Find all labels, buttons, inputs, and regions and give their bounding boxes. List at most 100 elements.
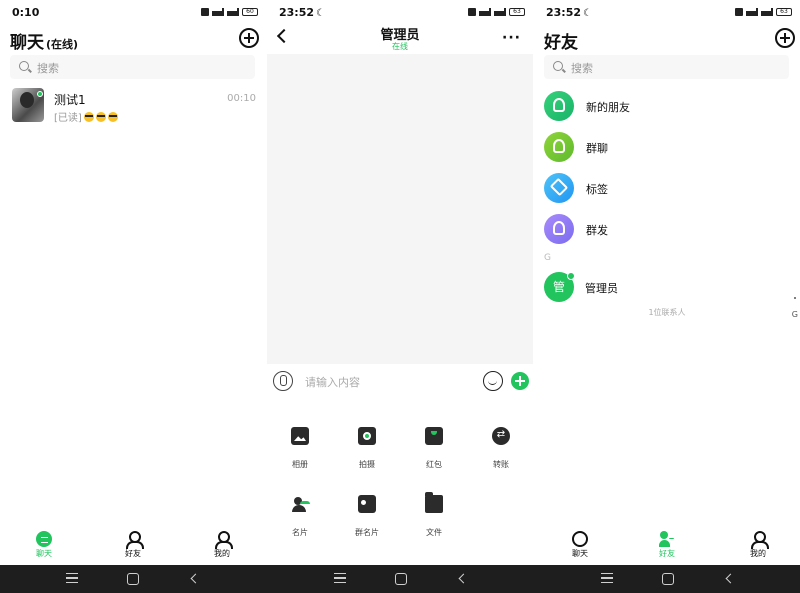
group-chat-icon xyxy=(544,132,574,162)
red-packet-icon xyxy=(425,427,443,445)
tool-label: 红包 xyxy=(426,460,442,469)
album-icon xyxy=(291,427,309,445)
section-header: G xyxy=(544,253,551,263)
tab-friends-label: 好友 xyxy=(125,549,141,558)
tool-group-card[interactable]: 群名片 xyxy=(337,495,397,538)
more-options-button[interactable] xyxy=(511,372,529,390)
search-input[interactable]: 搜索 xyxy=(10,55,255,79)
tab-chat-label: 聊天 xyxy=(36,549,52,558)
notification-icon xyxy=(735,8,743,16)
page-title: 好友 xyxy=(544,33,578,53)
friends-screen: 23:52 ☾ 63 好友 搜索 新的朋友 群聊 标签 群发 G 管 管理员 1位… xyxy=(534,0,800,565)
back-icon[interactable] xyxy=(458,573,469,584)
friend-entry-group-chat[interactable]: 群聊 xyxy=(534,130,800,168)
index-dot[interactable] xyxy=(794,297,796,299)
notification-icon xyxy=(468,8,476,16)
tool-label: 文件 xyxy=(426,528,442,537)
battery-icon: 60 xyxy=(242,8,258,16)
signal-icon xyxy=(761,8,773,16)
home-icon[interactable] xyxy=(662,573,674,585)
signal-icon xyxy=(479,8,491,16)
page-title-text: 聊天 xyxy=(10,33,44,53)
search-input[interactable]: 搜索 xyxy=(544,55,789,79)
menu-icon[interactable] xyxy=(334,573,346,583)
friends-icon xyxy=(125,531,144,549)
battery-icon: 63 xyxy=(776,8,792,16)
tab-chat[interactable]: 聊天 xyxy=(24,531,64,559)
message-input[interactable]: 请输入内容 xyxy=(305,374,360,390)
online-indicator xyxy=(37,91,43,97)
online-indicator xyxy=(567,272,575,280)
chats-screen: 0:10 60 聊天 (在线) 搜索 测试1 00:10 [已读] 聊天 好友 … xyxy=(0,0,266,565)
status-time: 0:10 xyxy=(12,6,40,19)
home-icon[interactable] xyxy=(395,573,407,585)
system-nav-bar xyxy=(0,565,800,593)
tool-camera[interactable]: 拍摄 xyxy=(337,427,397,470)
chat-header: 23:52 ☾ 63 管理员 在线 ··· xyxy=(267,0,533,54)
tab-chat[interactable]: 聊天 xyxy=(560,531,600,559)
status-icons: 63 xyxy=(468,8,525,16)
contact-name[interactable]: 管理员 xyxy=(585,280,618,296)
tab-friends[interactable]: 好友 xyxy=(113,531,153,559)
tab-friends[interactable]: 好友 xyxy=(647,531,687,559)
conversation-item[interactable]: 测试1 00:10 [已读] xyxy=(0,88,266,128)
back-icon[interactable] xyxy=(725,573,736,584)
tab-bar: 聊天 好友 我的 xyxy=(0,529,266,565)
camera-icon xyxy=(358,427,376,445)
page-title: 聊天 (在线) xyxy=(10,28,78,53)
broadcast-icon xyxy=(544,214,574,244)
status-time-text: 23:52 xyxy=(546,6,582,19)
friend-entry-label: 群发 xyxy=(586,224,608,237)
tool-label: 相册 xyxy=(292,460,308,469)
friend-entry-new-friends[interactable]: 新的朋友 xyxy=(534,89,800,127)
person-icon xyxy=(750,531,769,549)
menu-icon[interactable] xyxy=(66,573,78,583)
tab-friends-label: 好友 xyxy=(659,549,675,558)
friend-entry-label: 群聊 xyxy=(586,142,608,155)
status-time-text: 23:52 xyxy=(279,6,315,19)
tool-red-packet[interactable]: 红包 xyxy=(404,427,464,470)
search-placeholder: 搜索 xyxy=(37,62,59,75)
tab-me[interactable]: 我的 xyxy=(738,531,778,559)
tool-album[interactable]: 相册 xyxy=(270,427,330,470)
status-time: 23:52 ☾ xyxy=(546,6,592,19)
back-icon[interactable] xyxy=(190,573,201,584)
read-status: [已读] xyxy=(54,113,82,124)
signal-icon xyxy=(227,8,239,16)
conversation-name: 测试1 xyxy=(54,93,86,107)
tool-transfer[interactable]: 转账 xyxy=(471,427,531,470)
tool-contact-card[interactable]: 名片 xyxy=(270,495,330,538)
attachment-panel: 相册 拍摄 红包 转账 名片 群名片 文件 xyxy=(267,400,533,565)
status-icons: 60 xyxy=(201,8,258,16)
friends-icon xyxy=(659,531,675,547)
status-bar: 23:52 ☾ 63 xyxy=(267,0,533,26)
friend-entry-broadcast[interactable]: 群发 xyxy=(534,212,800,250)
folder-icon xyxy=(425,492,443,513)
more-icon[interactable]: ··· xyxy=(502,30,521,46)
home-icon[interactable] xyxy=(127,573,139,585)
group-card-icon xyxy=(358,495,376,513)
alphabet-index[interactable]: G xyxy=(792,310,798,319)
conversation-time: 00:10 xyxy=(227,93,256,104)
signal-icon xyxy=(746,8,758,16)
voice-icon[interactable] xyxy=(273,371,293,391)
tool-file[interactable]: 文件 xyxy=(404,492,464,538)
emoji-icon[interactable] xyxy=(483,371,503,391)
chat-detail-screen: 23:52 ☾ 63 管理员 在线 ··· 请输入内容 相册 拍摄 红包 ⇄ 转… xyxy=(267,0,533,565)
contact-count: 1位联系人 xyxy=(648,308,686,317)
notification-icon xyxy=(201,8,209,16)
status-bar: 23:52 ☾ 63 xyxy=(534,0,800,26)
tag-icon xyxy=(544,173,574,203)
menu-icon[interactable] xyxy=(601,573,613,583)
friend-entry-tags[interactable]: 标签 xyxy=(534,171,800,209)
search-icon xyxy=(553,61,563,71)
add-friend-button[interactable] xyxy=(775,28,795,48)
tool-label: 名片 xyxy=(292,528,308,537)
add-button[interactable] xyxy=(239,28,259,48)
search-placeholder: 搜索 xyxy=(571,62,593,75)
status-bar: 0:10 60 xyxy=(0,0,266,26)
tab-me[interactable]: 我的 xyxy=(202,531,242,559)
search-icon xyxy=(19,61,29,71)
chat-bubble-icon xyxy=(36,531,52,547)
tool-label: 群名片 xyxy=(355,528,379,537)
